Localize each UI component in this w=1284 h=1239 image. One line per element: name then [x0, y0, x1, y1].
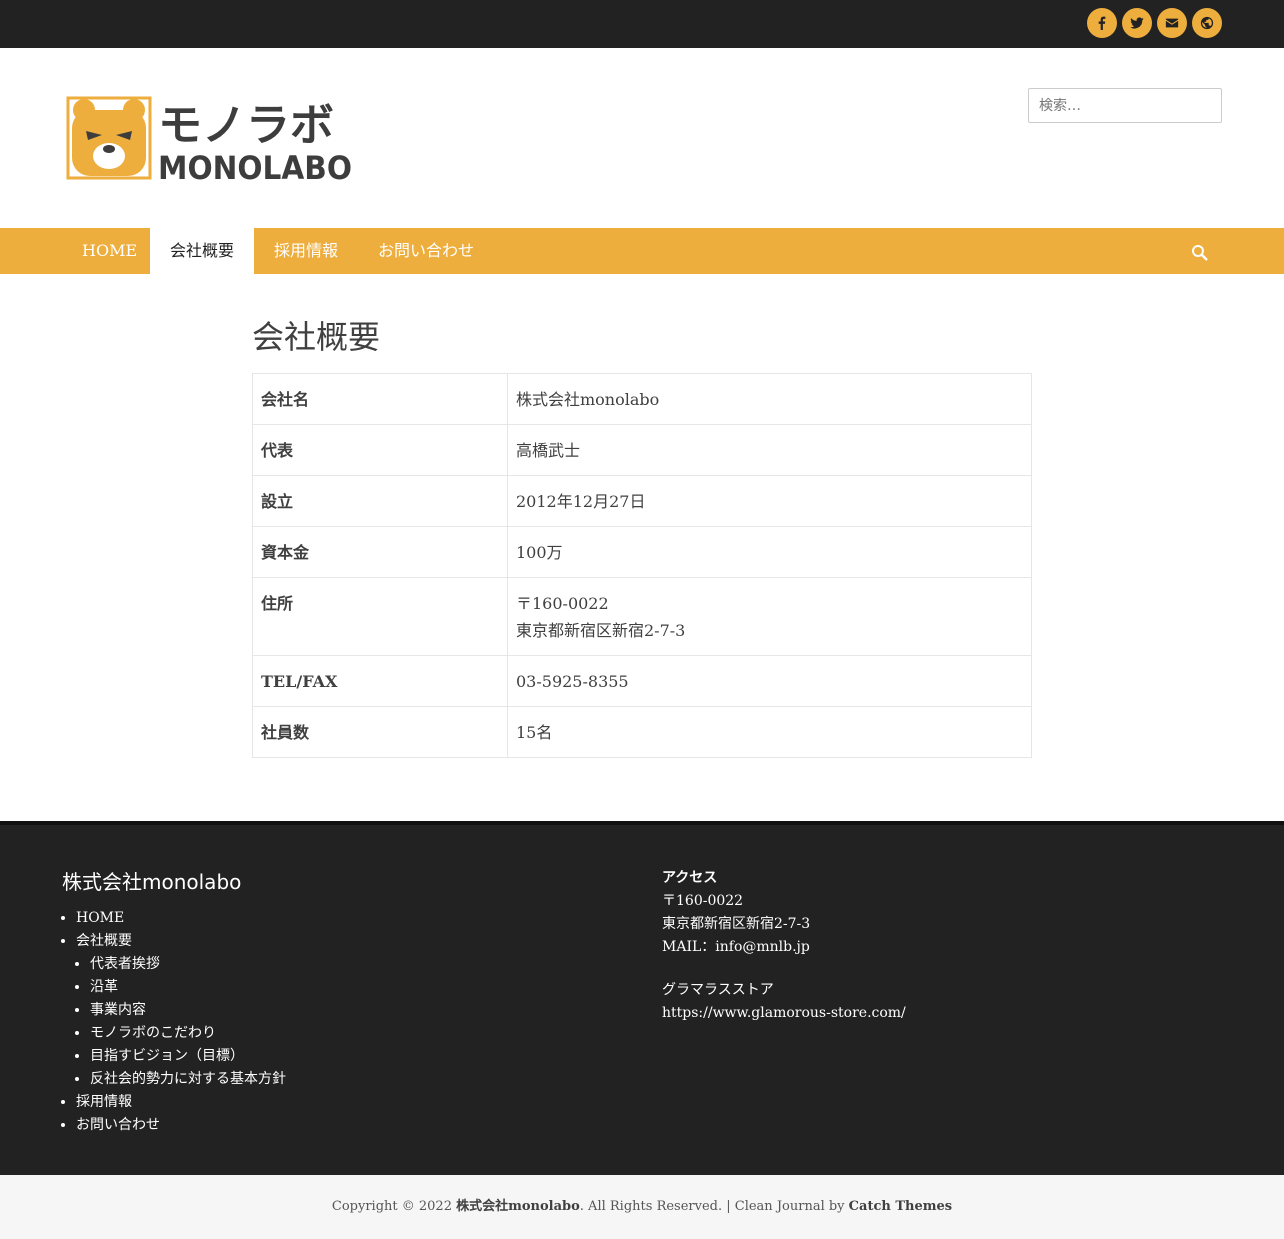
theme-author-link[interactable]: Catch Themes	[849, 1199, 952, 1214]
row-label: 住所	[252, 577, 508, 656]
mail-icon[interactable]	[1157, 8, 1187, 38]
row-value: 15名	[507, 706, 1032, 758]
main-navigation: HOME 会社概要 採用情報 お問い合わせ	[0, 228, 1284, 274]
row-value: 2012年12月27日	[507, 475, 1032, 527]
footer-sublink[interactable]: 沿革	[90, 976, 286, 999]
table-row: 住所 〒160-0022 東京都新宿区新宿2-7-3	[252, 577, 1032, 656]
svg-text:モノラボ: モノラボ	[158, 100, 334, 151]
nav-item-home[interactable]: HOME	[62, 228, 157, 274]
row-value: 高橋武士	[507, 424, 1032, 476]
footer-sublink[interactable]: 反社会的勢力に対する基本方針	[90, 1068, 286, 1091]
access-address: 東京都新宿区新宿2-7-3	[662, 916, 811, 932]
top-bar	[0, 0, 1284, 48]
row-label: 代表	[252, 424, 508, 476]
nav-item-company[interactable]: 会社概要	[150, 228, 255, 274]
site-footer: 株式会社monolabo HOME 会社概要 代表者挨拶 沿革 事業内容 モノラ…	[0, 821, 1284, 1175]
footer-link-company[interactable]: 会社概要 代表者挨拶 沿革 事業内容 モノラボのこだわり 目指すビジョン（目標）…	[76, 930, 286, 1091]
footer-sublink[interactable]: 目指すビジョン（目標）	[90, 1045, 286, 1068]
footer-menu: HOME 会社概要 代表者挨拶 沿革 事業内容 モノラボのこだわり 目指すビジョ…	[76, 907, 286, 1137]
address: 東京都新宿区新宿2-7-3	[516, 621, 686, 640]
copyright-bar: Copyright © 2022 株式会社monolabo. All Right…	[0, 1175, 1284, 1239]
table-row: 代表 高橋武士	[252, 424, 1032, 476]
search-input[interactable]	[1028, 88, 1222, 123]
copyright-company-link[interactable]: 株式会社monolabo	[456, 1199, 580, 1214]
search-icon[interactable]	[1190, 243, 1210, 263]
nav-item-recruit[interactable]: 採用情報	[254, 228, 358, 274]
table-row: 社員数 15名	[252, 706, 1032, 758]
footer-sublink[interactable]: モノラボのこだわり	[90, 1022, 286, 1045]
access-postal: 〒160-0022	[662, 893, 744, 909]
row-value: 03-5925-8355	[507, 655, 1032, 707]
row-value: 100万	[507, 526, 1032, 578]
footer-title: 株式会社monolabo	[62, 870, 242, 894]
nav-item-contact[interactable]: お問い合わせ	[358, 228, 494, 274]
row-label: 会社名	[252, 373, 508, 425]
row-label: TEL/FAX	[252, 655, 508, 707]
postal-code: 〒160-0022	[516, 594, 609, 613]
access-mail[interactable]: MAIL：info@mnlb.jp	[662, 936, 906, 959]
footer-link-recruit[interactable]: 採用情報	[76, 1091, 286, 1114]
table-row: 会社名 株式会社monolabo	[252, 373, 1032, 425]
row-label: 資本金	[252, 526, 508, 578]
footer-access: アクセス 〒160-0022 東京都新宿区新宿2-7-3 MAIL：info@m…	[662, 867, 906, 1025]
footer-link-contact[interactable]: お問い合わせ	[76, 1114, 286, 1137]
store-link[interactable]: https://www.glamorous-store.com/	[662, 1002, 906, 1025]
svg-text:MONOLABO: MONOLABO	[158, 149, 352, 182]
footer-submenu: 代表者挨拶 沿革 事業内容 モノラボのこだわり 目指すビジョン（目標） 反社会的…	[90, 953, 286, 1091]
page-title: 会社概要	[252, 318, 381, 356]
row-value: 〒160-0022 東京都新宿区新宿2-7-3	[507, 577, 1032, 656]
twitter-icon[interactable]	[1122, 8, 1152, 38]
table-row: TEL/FAX 03-5925-8355	[252, 655, 1032, 707]
access-heading: アクセス	[662, 870, 718, 886]
footer-link-label[interactable]: 会社概要	[76, 933, 132, 949]
table-row: 資本金 100万	[252, 526, 1032, 578]
row-label: 設立	[252, 475, 508, 527]
footer-link-home[interactable]: HOME	[76, 907, 286, 930]
company-info-table: 会社名 株式会社monolabo 代表 高橋武士 設立 2012年12月27日 …	[252, 373, 1032, 758]
row-label: 社員数	[252, 706, 508, 758]
footer-sublink[interactable]: 事業内容	[90, 999, 286, 1022]
site-logo[interactable]: モノラボ MONOLABO	[66, 96, 356, 187]
table-row: 設立 2012年12月27日	[252, 475, 1032, 527]
website-icon[interactable]	[1192, 8, 1222, 38]
copyright-middle: . All Rights Reserved. | Clean Journal b…	[579, 1199, 845, 1214]
facebook-icon[interactable]	[1087, 8, 1117, 38]
store-label: グラマラスストア	[662, 982, 774, 998]
footer-sublink[interactable]: 代表者挨拶	[90, 953, 286, 976]
row-value: 株式会社monolabo	[507, 373, 1032, 425]
copyright-prefix: Copyright © 2022	[331, 1199, 452, 1214]
